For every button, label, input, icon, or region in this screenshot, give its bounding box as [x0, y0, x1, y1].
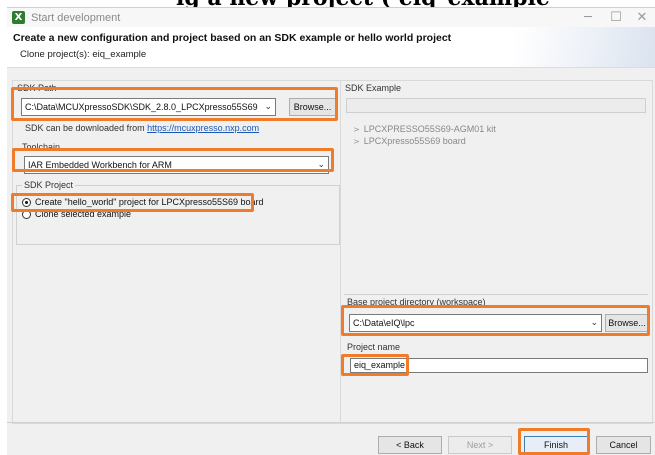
sdk-download-text: SDK can be downloaded from	[25, 123, 148, 133]
clipped-text-fragment: ig a new project ( eiq_example	[176, 0, 550, 7]
clone-example-option-label[interactable]: Clone selected example	[35, 209, 131, 219]
sdk-example-filter-input[interactable]	[346, 98, 646, 113]
hello-world-radio[interactable]	[22, 198, 31, 207]
dialog-subtitle: Clone project(s): eiq_example	[20, 49, 147, 60]
sdk-path-label: SDK Path	[17, 83, 57, 93]
next-button[interactable]: Next >	[448, 436, 512, 454]
dialog-header: Create a new configuration and project b…	[7, 27, 655, 68]
clipped-top-band: ig a new project ( eiq_example	[0, 0, 655, 7]
sdk-download-link[interactable]: https://mcuxpresso.nxp.com	[147, 123, 259, 133]
project-name-value: eiq_example	[354, 360, 406, 370]
chevron-down-icon[interactable]: ⌄	[590, 315, 598, 331]
sdk-example-label: SDK Example	[345, 83, 402, 93]
cancel-button[interactable]: Cancel	[596, 436, 651, 454]
sdk-project-label: SDK Project	[22, 180, 76, 190]
minimize-button[interactable]: ─	[575, 9, 601, 27]
close-button[interactable]: ✕	[629, 9, 655, 27]
toolchain-label: Toolchain	[22, 142, 61, 152]
window-title: Start development	[31, 12, 121, 24]
header-banner-graphic	[515, 27, 655, 67]
toolchain-combo[interactable]: IAR Embedded Workbench for ARM ⌄	[24, 156, 329, 174]
tree-item-agm01-kit[interactable]: > LPCXPRESSO55S69-AGM01 kit	[353, 124, 496, 134]
window-titlebar: X Start development ─ ☐ ✕	[7, 7, 655, 28]
tree-item-lpcxpresso-board[interactable]: > LPCXpresso55S69 board	[353, 136, 466, 146]
chevron-down-icon[interactable]: ⌄	[317, 157, 325, 173]
workspace-combo[interactable]: C:\Data\eIQ\lpc ⌄	[349, 314, 602, 332]
workspace-value: C:\Data\eIQ\lpc	[353, 318, 415, 328]
project-name-label: Project name	[347, 342, 401, 352]
toolchain-value: IAR Embedded Workbench for ARM	[28, 160, 172, 170]
app-x-icon: X	[12, 11, 25, 24]
maximize-button[interactable]: ☐	[603, 9, 629, 27]
sdk-path-combo[interactable]: C:\Data\MCUXpressoSDK\SDK_2.8.0_LPCXpres…	[21, 98, 276, 116]
project-name-input[interactable]: eiq_example	[350, 358, 648, 373]
back-button[interactable]: < Back	[378, 436, 442, 454]
dialog-content: SDK Path C:\Data\MCUXpressoSDK\SDK_2.8.0…	[7, 68, 655, 455]
workspace-browse-button[interactable]: Browse...	[605, 314, 649, 332]
chevron-right-icon: >	[353, 125, 360, 134]
chevron-right-icon: >	[353, 137, 360, 146]
dialog-heading: Create a new configuration and project b…	[13, 32, 452, 44]
clone-example-radio[interactable]	[22, 210, 31, 219]
workspace-label: Base project directory (workspace)	[347, 297, 486, 307]
sdk-path-value: C:\Data\MCUXpressoSDK\SDK_2.8.0_LPCXpres…	[25, 102, 258, 112]
sdk-download-note: SDK can be downloaded from https://mcuxp…	[25, 123, 259, 133]
sdk-path-browse-button[interactable]: Browse...	[289, 98, 336, 116]
hello-world-option-label[interactable]: Create "hello_world" project for LPCXpre…	[35, 197, 264, 207]
chevron-down-icon[interactable]: ⌄	[264, 99, 272, 115]
finish-button[interactable]: Finish	[524, 436, 588, 454]
footer-separator	[7, 422, 655, 423]
